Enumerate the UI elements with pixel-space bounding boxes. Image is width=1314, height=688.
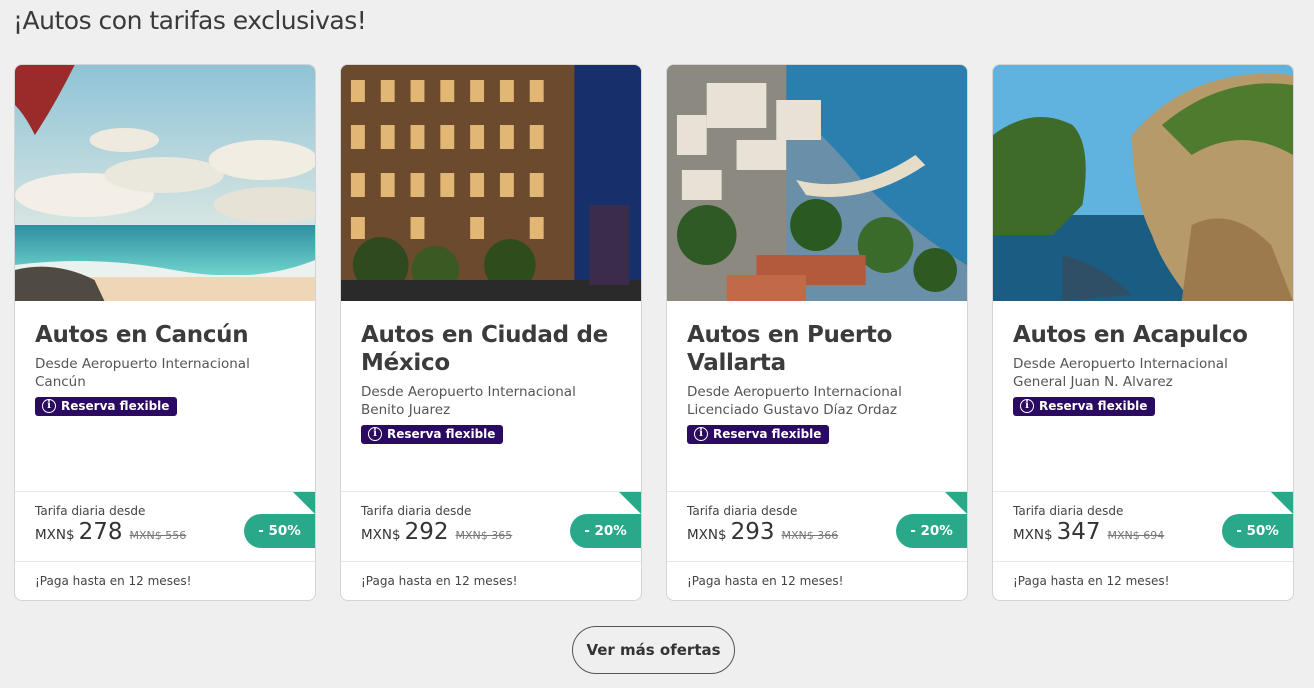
mexico-city-building-image <box>341 65 641 301</box>
flexible-badge: i Reserva flexible <box>1013 397 1156 416</box>
price-row: MXN$ 278 MXN$ 556 <box>35 519 186 545</box>
discount-corner <box>945 492 967 514</box>
discount-badge: - 20% <box>570 514 641 548</box>
price-row: MXN$ 293 MXN$ 366 <box>687 519 838 545</box>
discount-badge: - 50% <box>244 514 315 548</box>
flexible-badge: i Reserva flexible <box>687 425 830 444</box>
info-icon: i <box>42 399 56 413</box>
card-title: Autos en Acapulco <box>1013 322 1248 348</box>
puerto-vallarta-coast-image <box>667 65 967 301</box>
offer-card-mexico-city[interactable]: Autos en Ciudad de México Desde Aeropuer… <box>340 64 642 601</box>
price-area: Tarifa diaria desde MXN$ 292 MXN$ 365 - … <box>341 491 641 561</box>
price-row: MXN$ 347 MXN$ 694 <box>1013 519 1164 545</box>
flexible-badge: i Reserva flexible <box>35 397 178 416</box>
price-amount: 292 <box>404 519 449 545</box>
price-amount: 293 <box>730 519 775 545</box>
discount-badge: - 20% <box>896 514 967 548</box>
discount-corner <box>619 492 641 514</box>
card-title: Autos en Cancún <box>35 322 249 348</box>
offer-card-cancun[interactable]: Autos en Cancún Desde Aeropuerto Interna… <box>14 64 316 601</box>
discount-badge: - 50% <box>1222 514 1293 548</box>
card-subtitle: Desde Aeropuerto Internacional General J… <box>1013 356 1228 390</box>
flexible-badge: i Reserva flexible <box>361 425 504 444</box>
badge-label: Reserva flexible <box>713 427 822 441</box>
section-title: ¡Autos con tarifas exclusivas! <box>13 6 367 35</box>
currency: MXN$ <box>1013 527 1053 543</box>
card-subtitle: Desde Aeropuerto Internacional Cancún <box>35 356 250 390</box>
card-subtitle: Desde Aeropuerto Internacional Benito Ju… <box>361 384 576 418</box>
discount-corner <box>1271 492 1293 514</box>
currency: MXN$ <box>35 527 75 543</box>
currency: MXN$ <box>687 527 727 543</box>
currency: MXN$ <box>361 527 401 543</box>
price-label: Tarifa diaria desde <box>35 504 146 518</box>
offer-card-acapulco[interactable]: Autos en Acapulco Desde Aeropuerto Inter… <box>992 64 1294 601</box>
price-label: Tarifa diaria desde <box>687 504 798 518</box>
offer-cards: Autos en Cancún Desde Aeropuerto Interna… <box>14 64 1294 601</box>
card-title: Autos en Ciudad de México <box>361 322 608 376</box>
acapulco-cliffs-image <box>993 65 1293 301</box>
offer-card-puerto-vallarta[interactable]: Autos en Puerto Vallarta Desde Aeropuert… <box>666 64 968 601</box>
payment-note: ¡Paga hasta en 12 meses! <box>341 561 641 600</box>
price-row: MXN$ 292 MXN$ 365 <box>361 519 512 545</box>
old-price: MXN$ 694 <box>1107 529 1165 542</box>
old-price: MXN$ 366 <box>781 529 839 542</box>
discount-corner <box>293 492 315 514</box>
badge-label: Reserva flexible <box>387 427 496 441</box>
price-label: Tarifa diaria desde <box>1013 504 1124 518</box>
price-label: Tarifa diaria desde <box>361 504 472 518</box>
info-icon: i <box>694 427 708 441</box>
info-icon: i <box>368 427 382 441</box>
payment-note: ¡Paga hasta en 12 meses! <box>15 561 315 600</box>
badge-label: Reserva flexible <box>1039 399 1148 413</box>
old-price: MXN$ 365 <box>455 529 513 542</box>
price-area: Tarifa diaria desde MXN$ 293 MXN$ 366 - … <box>667 491 967 561</box>
payment-note: ¡Paga hasta en 12 meses! <box>993 561 1293 600</box>
badge-label: Reserva flexible <box>61 399 170 413</box>
old-price: MXN$ 556 <box>129 529 187 542</box>
card-title: Autos en Puerto Vallarta <box>687 322 893 376</box>
payment-note: ¡Paga hasta en 12 meses! <box>667 561 967 600</box>
info-icon: i <box>1020 399 1034 413</box>
see-more-offers-button[interactable]: Ver más ofertas <box>572 626 735 674</box>
price-area: Tarifa diaria desde MXN$ 278 MXN$ 556 - … <box>15 491 315 561</box>
price-area: Tarifa diaria desde MXN$ 347 MXN$ 694 - … <box>993 491 1293 561</box>
card-subtitle: Desde Aeropuerto Internacional Licenciad… <box>687 384 902 418</box>
price-amount: 347 <box>1056 519 1101 545</box>
price-amount: 278 <box>78 519 123 545</box>
cancun-beach-image <box>15 65 315 301</box>
